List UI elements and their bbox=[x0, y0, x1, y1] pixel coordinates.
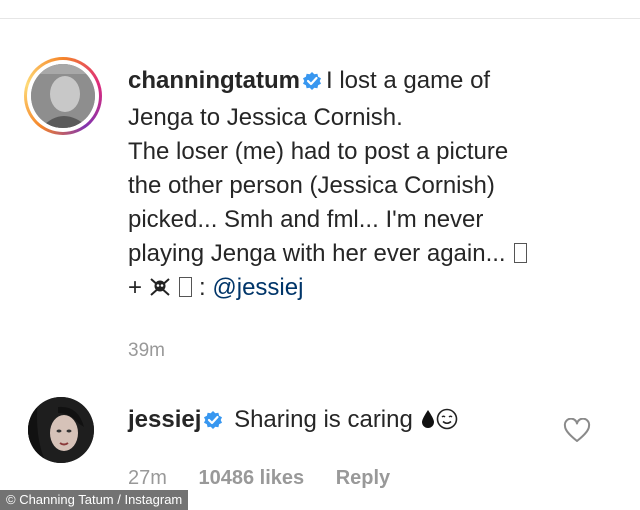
caption-line-2: Jenga to Jessica Cornish. bbox=[128, 104, 403, 131]
skull-crossbones-icon bbox=[149, 274, 171, 301]
caption-line-3: The loser (me) had to post a picture bbox=[128, 138, 509, 165]
caption-line-7-sep: : bbox=[199, 274, 206, 301]
missing-emoji-icon bbox=[179, 277, 193, 297]
comment-likes[interactable]: 10486 likes bbox=[198, 467, 304, 489]
caption-line-5: picked... Smh and fml... I'm never bbox=[128, 206, 484, 233]
caption-line-6: playing Jenga with her ever again... bbox=[128, 240, 506, 267]
mention-link[interactable]: @jessiej bbox=[212, 274, 303, 301]
comment-time[interactable]: 27m bbox=[128, 467, 167, 489]
caption-line-1: I lost a game of bbox=[326, 67, 491, 94]
post-timestamp[interactable]: 39m bbox=[128, 340, 165, 362]
comment-meta: 27m 10486 likes Reply bbox=[128, 467, 416, 490]
reply-button[interactable]: Reply bbox=[336, 467, 390, 489]
top-divider bbox=[0, 18, 640, 19]
post-caption: channingtatum I lost a game of Jenga to J… bbox=[128, 64, 628, 305]
caption-line-7-prefix: + bbox=[128, 274, 143, 301]
comment-text: Sharing is caring bbox=[234, 406, 413, 433]
caption-line-4: the other person (Jessica Cornish) bbox=[128, 172, 495, 199]
verified-icon bbox=[302, 67, 322, 101]
verified-icon bbox=[203, 407, 223, 439]
avatar-jessiej[interactable] bbox=[28, 397, 94, 463]
like-comment-heart-icon[interactable] bbox=[563, 417, 591, 444]
comment-body: jessiej Sharing is caring bbox=[128, 404, 458, 439]
droplet-icon bbox=[420, 406, 436, 433]
comment-username[interactable]: jessiej bbox=[128, 406, 201, 433]
missing-emoji-icon bbox=[514, 243, 528, 263]
relieved-face-icon bbox=[436, 406, 458, 433]
avatar-channingtatum[interactable] bbox=[31, 64, 95, 128]
photo-credit: © Channing Tatum / Instagram bbox=[0, 490, 189, 510]
post-username[interactable]: channingtatum bbox=[128, 67, 300, 94]
